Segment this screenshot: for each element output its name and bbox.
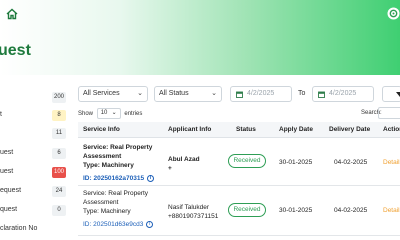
chevron-down-icon: ⌄: [137, 90, 143, 97]
entries-value: 10: [100, 110, 108, 116]
chevron-down-icon: ⌄: [211, 90, 217, 97]
page-title: uest: [0, 42, 31, 59]
count-badge: 24: [52, 186, 66, 197]
count-badge: 6: [52, 148, 66, 159]
date-from-value: 4/2/2025: [247, 90, 275, 97]
application-id: ID: 20250162a70315: [83, 175, 145, 182]
calendar-icon: [318, 91, 325, 98]
service-line: Assessment: [83, 153, 122, 160]
filter-button[interactable]: [382, 86, 400, 102]
applicant-name: Abul Azad: [168, 156, 200, 163]
details-link[interactable]: Details: [383, 158, 400, 167]
apply-date: 30-01-2025: [279, 159, 313, 166]
column-header[interactable]: Service Info: [83, 122, 120, 138]
table-row: [78, 236, 400, 240]
entries-label: entries: [124, 111, 143, 118]
sidebar-item[interactable]: t 8: [0, 110, 68, 124]
count-badge: 200: [51, 92, 66, 103]
info-icon[interactable]: i: [146, 220, 154, 228]
sidebar-item[interactable]: claration No: [0, 224, 68, 238]
column-header[interactable]: Status: [236, 122, 256, 138]
service-line: Service: Real Property: [83, 144, 153, 151]
status-badge: Received: [228, 154, 266, 168]
delivery-date: 04-02-2025: [334, 159, 368, 166]
show-entries-control: Show 10 ⌄ entries: [78, 108, 142, 119]
table-row: Service: Real Property Assessment Type: …: [78, 138, 400, 186]
service-line: Assessment: [83, 199, 119, 206]
apply-date: 30-01-2025: [279, 207, 313, 214]
status-select-value: All Status: [159, 90, 189, 97]
application-id-link[interactable]: ID: 20250162a70315 i: [83, 174, 155, 183]
sidebar-item[interactable]: 200: [0, 92, 68, 106]
service-type: Type: Machinery: [83, 208, 131, 215]
sidebar-item-label: uest: [0, 149, 14, 156]
chevron-down-icon: ⌄: [111, 110, 117, 116]
applicant-phone: +8801907371151: [168, 213, 219, 220]
date-to-input[interactable]: 4/2/2025: [312, 86, 374, 102]
sidebar-item-label: equest: [0, 187, 22, 194]
application-id-link[interactable]: ID: 202501d63e9cd3 i: [83, 220, 154, 229]
count-badge: 8: [52, 110, 66, 121]
sidebar-item[interactable]: uest 100: [0, 167, 68, 181]
date-to-value: 4/2/2025: [329, 90, 357, 97]
sidebar-item[interactable]: equest 24: [0, 186, 68, 200]
sidebar-item[interactable]: uest 6: [0, 148, 68, 162]
refresh-gear-icon[interactable]: [387, 7, 400, 20]
date-to-label: To: [298, 90, 306, 97]
page-header: uest: [0, 0, 400, 75]
service-line: Service: Real Property: [83, 190, 149, 197]
sidebar-item-label: quest: [0, 206, 18, 213]
home-icon[interactable]: [6, 8, 18, 20]
status-badge: Received: [228, 203, 266, 217]
details-link[interactable]: Details: [383, 206, 400, 215]
status-select[interactable]: All Status ⌄: [154, 86, 222, 102]
applicant-phone: +: [168, 165, 172, 172]
column-header[interactable]: Action: [383, 122, 400, 138]
delivery-date: 04-02-2025: [334, 207, 368, 214]
column-header[interactable]: Apply Date: [279, 122, 313, 138]
applicant-name: Nasif Talukder: [168, 204, 210, 211]
dropdown-arrow-icon: [396, 92, 400, 97]
entries-select[interactable]: 10 ⌄: [96, 108, 121, 119]
calendar-icon: [236, 91, 243, 98]
service-type: Type: Machinery: [83, 162, 134, 169]
sidebar-item[interactable]: quest 0: [0, 205, 68, 219]
sidebar-item-label: claration No: [0, 225, 38, 232]
application-id: ID: 202501d63e9cd3: [83, 221, 144, 228]
count-badge: 0: [52, 205, 66, 216]
count-badge: 100: [51, 167, 66, 178]
services-select-value: All Services: [83, 90, 120, 97]
column-header[interactable]: Delivery Date: [329, 122, 370, 138]
show-label: Show: [78, 111, 94, 118]
search-input[interactable]: [378, 107, 400, 119]
count-badge: 11: [52, 128, 66, 139]
date-from-input[interactable]: 4/2/2025: [230, 86, 292, 102]
table-row: Service: Real Property Assessment Type: …: [78, 186, 400, 236]
services-select[interactable]: All Services ⌄: [78, 86, 148, 102]
column-header[interactable]: Applicant Info: [168, 122, 211, 138]
sidebar-item-label: t: [0, 111, 2, 118]
info-icon[interactable]: i: [147, 174, 155, 182]
sidebar-item[interactable]: 11: [0, 128, 68, 142]
sidebar-item-label: uest: [0, 168, 14, 175]
